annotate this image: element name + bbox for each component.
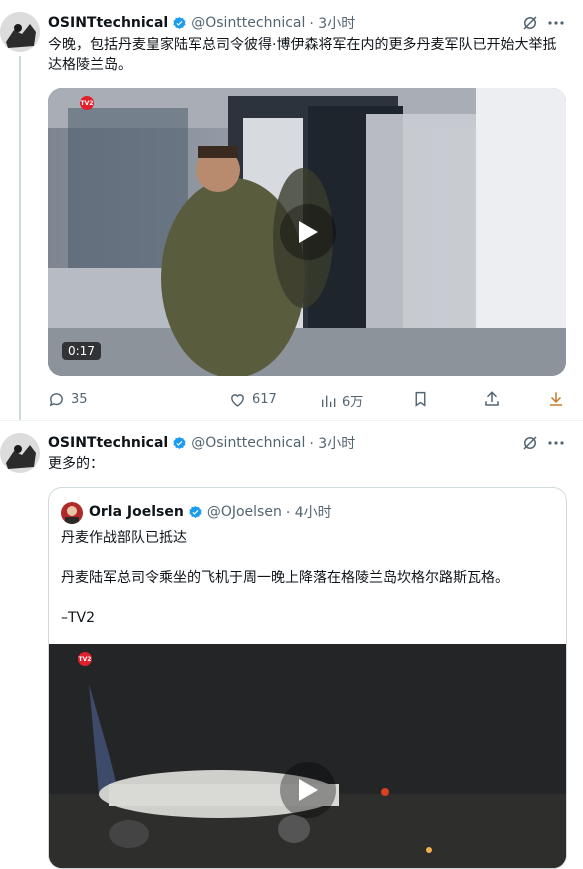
tweet-text: 今晚，包括丹麦皇家陆军总司令彼得·博伊森将军在内的更多丹麦军队已开始大举抵达格陵… <box>48 37 557 73</box>
tv2-logo: TV2 <box>78 652 92 666</box>
share-icon[interactable] <box>483 390 501 412</box>
tv2-logo: TV2 <box>80 96 94 110</box>
video-duration: 0:17 <box>62 342 101 360</box>
download-icon[interactable] <box>547 390 565 412</box>
play-icon[interactable] <box>280 762 336 818</box>
quote-avatar-image <box>61 502 83 524</box>
tweet-1[interactable]: OSINTtechnical @Osinttechnical · 3小时 今晚，… <box>0 0 583 420</box>
quote-text-line-3: –TV2 <box>61 610 96 626</box>
avatar-image <box>0 433 40 473</box>
grok-icon[interactable] <box>521 434 539 452</box>
tweet-2[interactable]: OSINTtechnical @Osinttechnical · 3小时 更多的… <box>0 421 583 869</box>
author-handle[interactable]: @Osinttechnical <box>191 15 305 31</box>
quote-author-handle[interactable]: @OJoelsen <box>207 504 282 520</box>
reply-count: 35 <box>71 392 88 407</box>
quote-video-player[interactable]: TV2 <box>49 644 566 868</box>
like-button[interactable]: 617 <box>229 391 277 408</box>
quote-header: Orla Joelsen @OJoelsen · 4小时 <box>89 502 332 522</box>
verified-badge-icon <box>173 16 186 29</box>
verified-badge-icon <box>189 505 202 518</box>
timestamp[interactable]: · 3小时 <box>309 433 355 453</box>
more-icon[interactable] <box>547 15 565 29</box>
like-count: 617 <box>252 392 277 407</box>
quote-text-line-1: 丹麦作战部队已抵达 <box>61 530 187 546</box>
tweet-text: 更多的： <box>48 456 104 472</box>
avatar[interactable] <box>0 433 40 473</box>
reply-button[interactable]: 35 <box>48 391 88 408</box>
more-icon[interactable] <box>547 435 565 449</box>
avatar-image <box>0 12 40 52</box>
views-button[interactable]: 6万 <box>320 391 363 410</box>
views-icon <box>322 395 336 407</box>
bookmark-icon[interactable] <box>412 390 429 412</box>
play-icon[interactable] <box>280 204 336 260</box>
author-name[interactable]: OSINTtechnical <box>48 435 168 451</box>
heart-icon <box>231 394 244 407</box>
quote-avatar[interactable] <box>61 502 83 524</box>
views-count: 6万 <box>342 395 364 410</box>
verified-badge-icon <box>173 436 186 449</box>
tweet-header: OSINTtechnical @Osinttechnical · 3小时 <box>48 13 355 33</box>
video-player[interactable]: TV2 0:17 <box>48 88 566 376</box>
quote-video-frame <box>49 644 566 868</box>
quoted-tweet[interactable]: Orla Joelsen @OJoelsen · 4小时 丹麦作战部队已抵达 丹… <box>48 487 567 869</box>
quote-author-name[interactable]: Orla Joelsen <box>89 504 184 520</box>
grok-icon[interactable] <box>521 14 539 32</box>
author-name[interactable]: OSINTtechnical <box>48 15 168 31</box>
quote-text-line-2: 丹麦陆军总司令乘坐的飞机于周一晚上降落在格陵兰岛坎格尔路斯瓦格。 <box>61 570 509 586</box>
thread-line <box>19 56 21 420</box>
avatar[interactable] <box>0 12 40 52</box>
timestamp[interactable]: · 3小时 <box>309 13 355 33</box>
reply-icon <box>49 393 63 407</box>
tweet-header: OSINTtechnical @Osinttechnical · 3小时 <box>48 433 355 453</box>
author-handle[interactable]: @Osinttechnical <box>191 435 305 451</box>
quote-timestamp[interactable]: · 4小时 <box>286 502 332 522</box>
